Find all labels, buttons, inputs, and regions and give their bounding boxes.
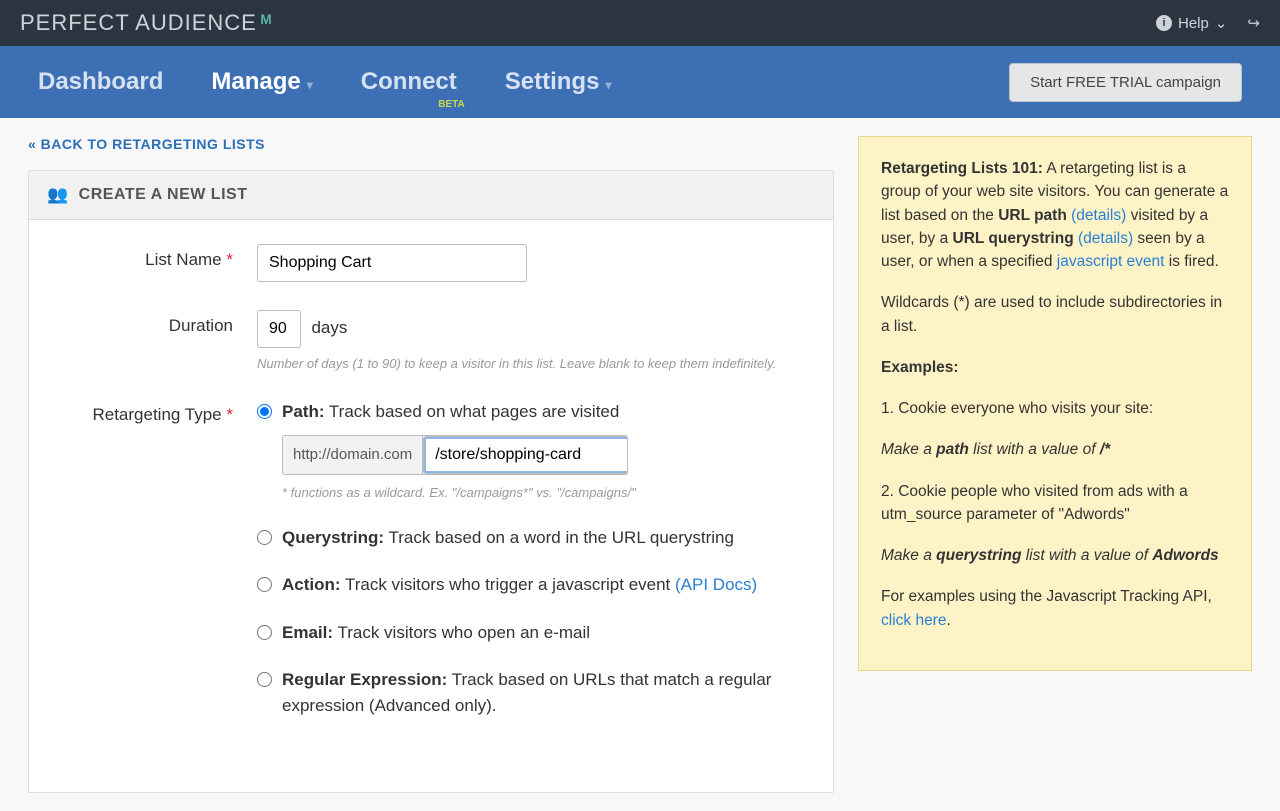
click-here-link[interactable]: click here [881, 612, 946, 629]
path-label: Path: [282, 402, 325, 421]
radio-action[interactable] [257, 577, 272, 592]
create-list-panel: 👥 CREATE A NEW LIST List Name * Duration… [28, 170, 834, 793]
info-icon: i [1156, 15, 1172, 31]
nav-manage[interactable]: Manage ▾ [211, 68, 312, 96]
radio-querystring[interactable] [257, 530, 272, 545]
nav-connect-label: Connect [361, 68, 457, 95]
duration-label: Duration [57, 310, 257, 371]
example-1-text: 1. Cookie everyone who visits your site: [881, 397, 1229, 420]
example-2-text: 2. Cookie people who visited from ads wi… [881, 480, 1229, 527]
radio-regex[interactable] [257, 672, 272, 687]
path-prefix: http://domain.com [283, 436, 423, 475]
nav-settings[interactable]: Settings ▾ [505, 68, 612, 96]
radio-path[interactable] [257, 404, 272, 419]
logo-text: PERFECT AUDIENCE [20, 10, 257, 36]
duration-hint: Number of days (1 to 90) to keep a visit… [257, 356, 805, 371]
list-name-input[interactable] [257, 244, 527, 282]
action-desc: Track visitors who trigger a javascript … [341, 575, 675, 594]
nav-settings-label: Settings [505, 68, 600, 95]
wildcards-text: Wildcards (*) are used to include subdir… [881, 291, 1229, 338]
details-link-1[interactable]: (details) [1071, 207, 1126, 224]
logout-icon[interactable]: ↪ [1247, 14, 1260, 32]
navbar: Dashboard Manage ▾ Connect BETA Settings ▾… [0, 46, 1280, 118]
action-label: Action: [282, 575, 341, 594]
api-docs-link[interactable]: (API Docs) [675, 575, 757, 594]
chevron-down-icon: ▾ [605, 78, 611, 92]
path-desc: Track based on what pages are visited [325, 402, 620, 421]
duration-input[interactable] [257, 310, 301, 348]
nav-dashboard[interactable]: Dashboard [38, 68, 163, 96]
nav-manage-label: Manage [211, 68, 300, 95]
regex-label: Regular Expression: [282, 670, 447, 689]
path-input-group: http://domain.com [282, 435, 628, 476]
retargeting-type-label: Retargeting Type * [57, 399, 257, 740]
logo[interactable]: PERFECT AUDIENCE ᴹ [20, 10, 272, 36]
path-input[interactable] [423, 436, 628, 475]
back-to-lists-link[interactable]: « BACK TO RETARGETING LISTS [28, 136, 834, 152]
radio-email[interactable] [257, 625, 272, 640]
help-menu[interactable]: i Help ⌄ [1156, 14, 1227, 32]
topbar: PERFECT AUDIENCE ᴹ i Help ⌄ ↪ [0, 0, 1280, 46]
examples-heading: Examples: [881, 359, 959, 376]
path-hint: * functions as a wildcard. Ex. "/campaig… [282, 483, 805, 503]
start-trial-button[interactable]: Start FREE TRIAL campaign [1009, 63, 1242, 102]
help-label: Help [1178, 15, 1209, 32]
topbar-right: i Help ⌄ ↪ [1156, 14, 1260, 32]
chevron-down-icon: ▾ [307, 78, 313, 92]
details-link-2[interactable]: (details) [1078, 230, 1133, 247]
info-title: Retargeting Lists 101: [881, 160, 1043, 177]
beta-badge: BETA [438, 99, 464, 110]
email-label: Email: [282, 623, 333, 642]
days-label: days [311, 318, 347, 337]
info-panel: Retargeting Lists 101: A retargeting lis… [858, 136, 1252, 671]
querystring-label: Querystring: [282, 528, 384, 547]
email-desc: Track visitors who open an e-mail [333, 623, 590, 642]
chevron-down-icon: ⌄ [1215, 14, 1228, 32]
panel-title: CREATE A NEW LIST [79, 186, 248, 204]
panel-header: 👥 CREATE A NEW LIST [29, 171, 833, 220]
nav-connect[interactable]: Connect BETA [361, 68, 457, 96]
users-icon: 👥 [47, 185, 69, 205]
list-name-label: List Name * [57, 244, 257, 282]
logo-mark-icon: ᴹ [261, 12, 272, 35]
querystring-desc: Track based on a word in the URL queryst… [384, 528, 734, 547]
js-event-link[interactable]: javascript event [1057, 253, 1165, 270]
